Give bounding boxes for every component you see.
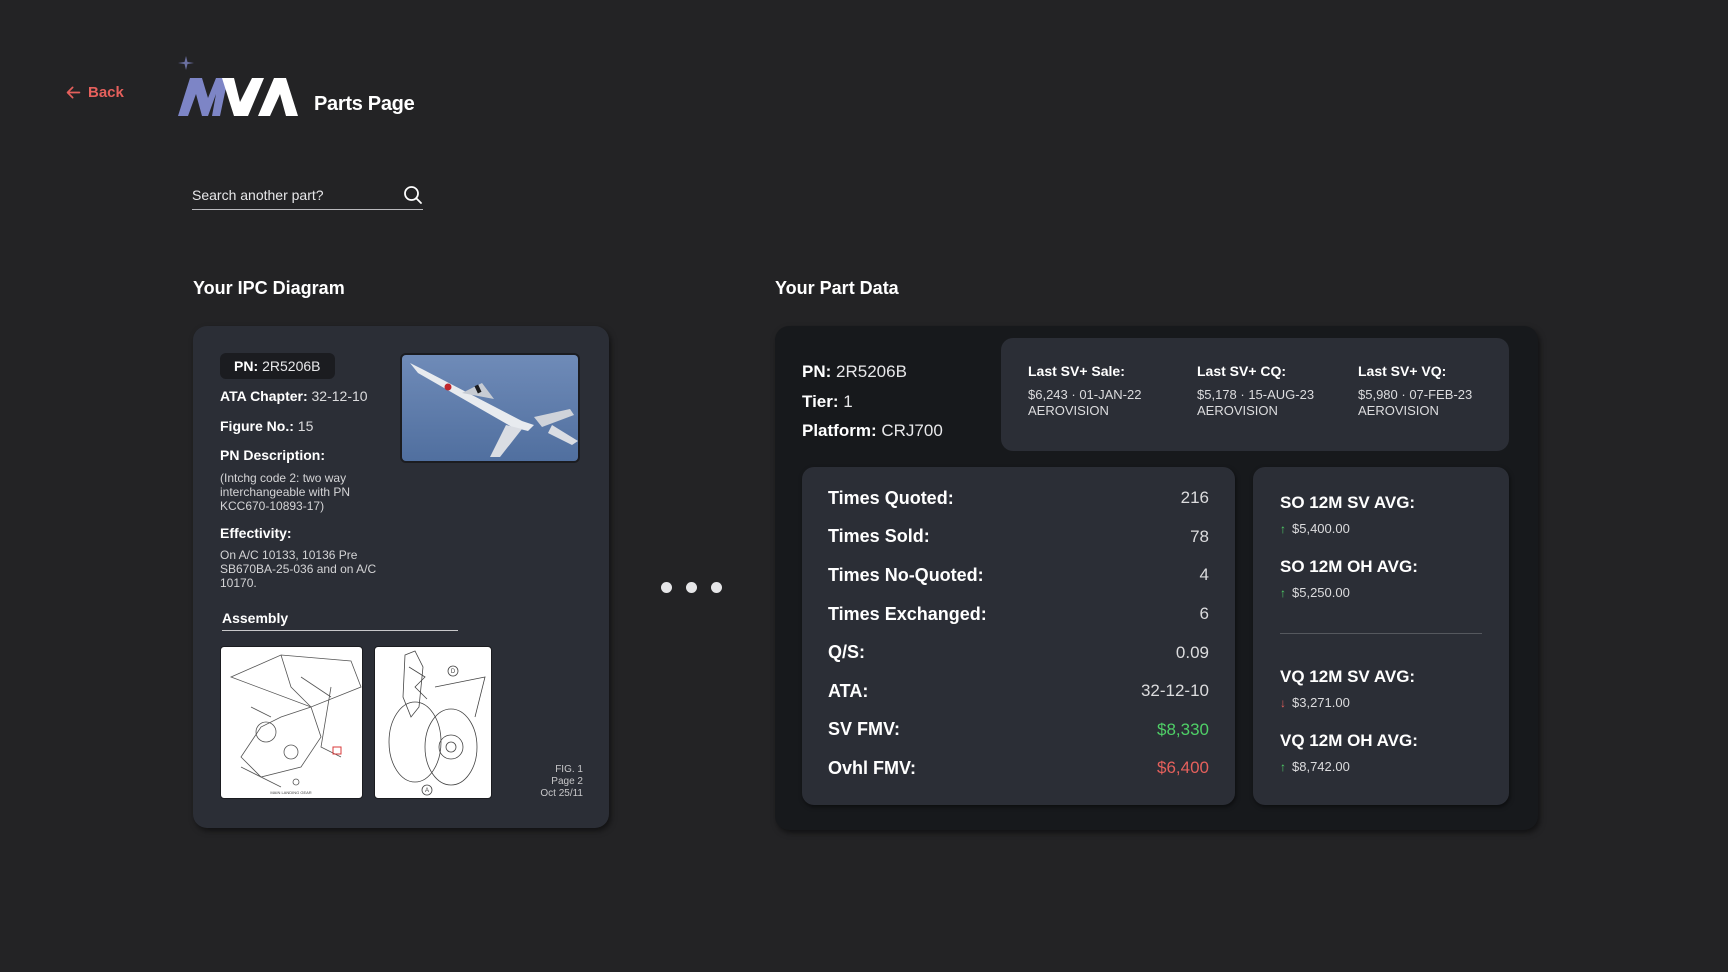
figure-reference: FIG. 1 Page 2 Oct 25/11	[540, 764, 583, 800]
ipc-card: PN: 2R5206B ATA Chapter: 32-12-10 Figure…	[193, 326, 609, 828]
assembly-diagram-thumbnail-2[interactable]: D A	[374, 646, 492, 799]
figure-no-label: Figure No.:	[220, 418, 294, 434]
part-tier-row: Tier: 1	[802, 391, 853, 411]
figure-no-field: Figure No.: 15	[220, 418, 313, 434]
part-pn-row: PN: 2R5206B	[802, 362, 907, 381]
arrow-left-icon	[66, 86, 81, 99]
times-no-quoted-value: 4	[1199, 565, 1209, 585]
last-sale-column: Last SV+ Sale: $6,243 · 01-JAN-22 AEROVI…	[1028, 363, 1142, 418]
ipc-pn-label: PN:	[234, 358, 259, 374]
page-label: Parts Page	[314, 93, 415, 115]
ipc-pn-value: 2R5206B	[262, 358, 321, 374]
fig-number: FIG. 1	[555, 764, 583, 775]
so-oh-avg: SO 12M OH AVG: ↑ $5,250.00	[1280, 557, 1418, 600]
svg-text:MAIN LANDING GEAR: MAIN LANDING GEAR	[270, 790, 311, 795]
brand-logo: Parts Page	[176, 56, 415, 120]
stat-row: Times Sold: 78	[828, 526, 1209, 547]
last-vq-column: Last SV+ VQ: $5,980 · 07-FEB-23 AEROVISI…	[1358, 363, 1473, 418]
trend-down-icon: ↓	[1280, 695, 1286, 710]
part-platform-value: CRJ700	[881, 421, 943, 440]
fig-page: Page 2	[551, 776, 583, 787]
qs-ratio-value: 0.09	[1175, 642, 1209, 662]
mva-logo-mark	[178, 56, 298, 116]
assembly-diagram-thumbnail-1[interactable]: MAIN LANDING GEAR	[220, 646, 363, 799]
trend-up-icon: ↑	[1280, 759, 1286, 774]
stat-row: Times Exchanged: 6	[828, 603, 1209, 624]
ovhl-fmv-value: $6,400	[1157, 758, 1209, 778]
pn-description-label: PN Description:	[220, 447, 326, 463]
times-quoted-value: 216	[1180, 488, 1209, 508]
search-input[interactable]	[192, 186, 382, 203]
part-tier-value: 1	[843, 391, 853, 411]
fig-date: Oct 25/11	[540, 788, 583, 799]
effectivity-value: On A/C 10133, 10136 Pre SB670BA-25-036 a…	[220, 548, 377, 590]
stat-row: Ovhl FMV: $6,400	[828, 757, 1209, 778]
aircraft-image[interactable]	[400, 353, 580, 463]
sv-fmv-value: $8,330	[1157, 719, 1209, 739]
part-section-title: Your Part Data	[775, 278, 899, 298]
svg-text:A: A	[425, 788, 429, 794]
svg-text:D: D	[451, 669, 456, 675]
more-options-dots-icon[interactable]	[661, 582, 722, 593]
part-stats-panel: Times Quoted: 216 Times Sold: 78 Times N…	[802, 467, 1235, 805]
part-data-card: PN: 2R5206B Tier: 1 Platform: CRJ700 Las…	[775, 326, 1538, 830]
effectivity-label: Effectivity:	[220, 525, 292, 541]
times-exchanged-value: 6	[1199, 604, 1209, 624]
trend-up-icon: ↑	[1280, 585, 1286, 600]
ipc-pn-badge: PN: 2R5206B	[220, 353, 335, 379]
vq-sv-avg: VQ 12M SV AVG: ↓ $3,271.00	[1280, 667, 1416, 710]
trend-up-icon: ↑	[1280, 521, 1286, 536]
stat-row: Q/S: 0.09	[828, 642, 1209, 663]
back-label: Back	[88, 84, 124, 101]
last-cq-column: Last SV+ CQ: $5,178 · 15-AUG-23 AEROVISI…	[1197, 363, 1315, 418]
ata-value: 32-12-10	[1140, 681, 1209, 701]
search-icon[interactable]	[403, 185, 423, 205]
so-sv-avg: SO 12M SV AVG: ↑ $5,400.00	[1280, 493, 1416, 536]
times-sold-value: 78	[1190, 526, 1209, 546]
last-transactions-panel: Last SV+ Sale: $6,243 · 01-JAN-22 AEROVI…	[1001, 338, 1509, 451]
ipc-section-title: Your IPC Diagram	[193, 278, 345, 298]
back-button[interactable]: Back	[65, 84, 124, 101]
assembly-label: Assembly	[222, 610, 458, 631]
part-platform-row: Platform: CRJ700	[802, 421, 943, 440]
stat-row: Times No-Quoted: 4	[828, 564, 1209, 585]
ata-chapter-field: ATA Chapter: 32-12-10	[220, 388, 368, 404]
divider	[1280, 633, 1482, 634]
part-summary: PN: 2R5206B Tier: 1 Platform: CRJ700	[802, 357, 943, 446]
stat-row: SV FMV: $8,330	[828, 719, 1209, 740]
search-bar	[192, 180, 423, 210]
figure-no-value: 15	[297, 418, 314, 434]
part-pn-value: 2R5206B	[836, 362, 907, 381]
ata-chapter-value: 32-12-10	[311, 388, 368, 404]
pn-description-value: (Intchg code 2: two way interchangeable …	[220, 471, 351, 513]
stat-row: ATA: 32-12-10	[828, 680, 1209, 701]
ata-chapter-label: ATA Chapter:	[220, 388, 308, 404]
averages-panel: SO 12M SV AVG: ↑ $5,400.00 SO 12M OH AVG:…	[1253, 467, 1509, 805]
vq-oh-avg: VQ 12M OH AVG: ↑ $8,742.00	[1280, 731, 1418, 774]
stat-row: Times Quoted: 216	[828, 487, 1209, 508]
